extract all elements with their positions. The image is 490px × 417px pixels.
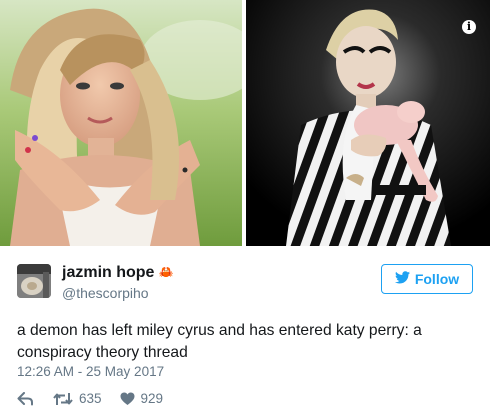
reply-button[interactable] bbox=[17, 391, 34, 406]
tweet-actions: 635 929 bbox=[17, 391, 163, 406]
tweet-text-line: conspiracy theory thread bbox=[17, 344, 188, 361]
tweet-text: a demon has left miley cyrus and has ent… bbox=[17, 320, 477, 364]
follow-label: Follow bbox=[414, 271, 460, 287]
avatar[interactable] bbox=[17, 264, 51, 298]
crab-emoji-icon: 🦀 bbox=[158, 265, 174, 279]
info-icon[interactable]: i bbox=[462, 20, 476, 34]
retweet-icon bbox=[53, 392, 73, 406]
retweet-button[interactable]: 635 bbox=[53, 391, 102, 406]
reply-icon bbox=[17, 391, 34, 406]
retweet-count: 635 bbox=[79, 391, 102, 406]
tweet-text-line: a demon has left miley cyrus and has ent… bbox=[17, 322, 422, 339]
twitter-bird-icon bbox=[394, 271, 410, 287]
like-count: 929 bbox=[140, 391, 164, 406]
display-name[interactable]: jazmin hope 🦀 bbox=[62, 264, 173, 282]
display-name-text: jazmin hope bbox=[62, 264, 155, 281]
user-handle[interactable]: @thescorpiho bbox=[62, 285, 149, 301]
heart-icon bbox=[120, 392, 135, 406]
like-button[interactable]: 929 bbox=[120, 391, 164, 406]
tweet-media: i bbox=[0, 0, 490, 248]
follow-button[interactable]: Follow bbox=[381, 264, 473, 294]
photo-right[interactable]: i bbox=[246, 0, 490, 246]
photo-left[interactable] bbox=[0, 0, 242, 246]
tweet-timestamp[interactable]: 12:26 AM - 25 May 2017 bbox=[17, 364, 164, 379]
